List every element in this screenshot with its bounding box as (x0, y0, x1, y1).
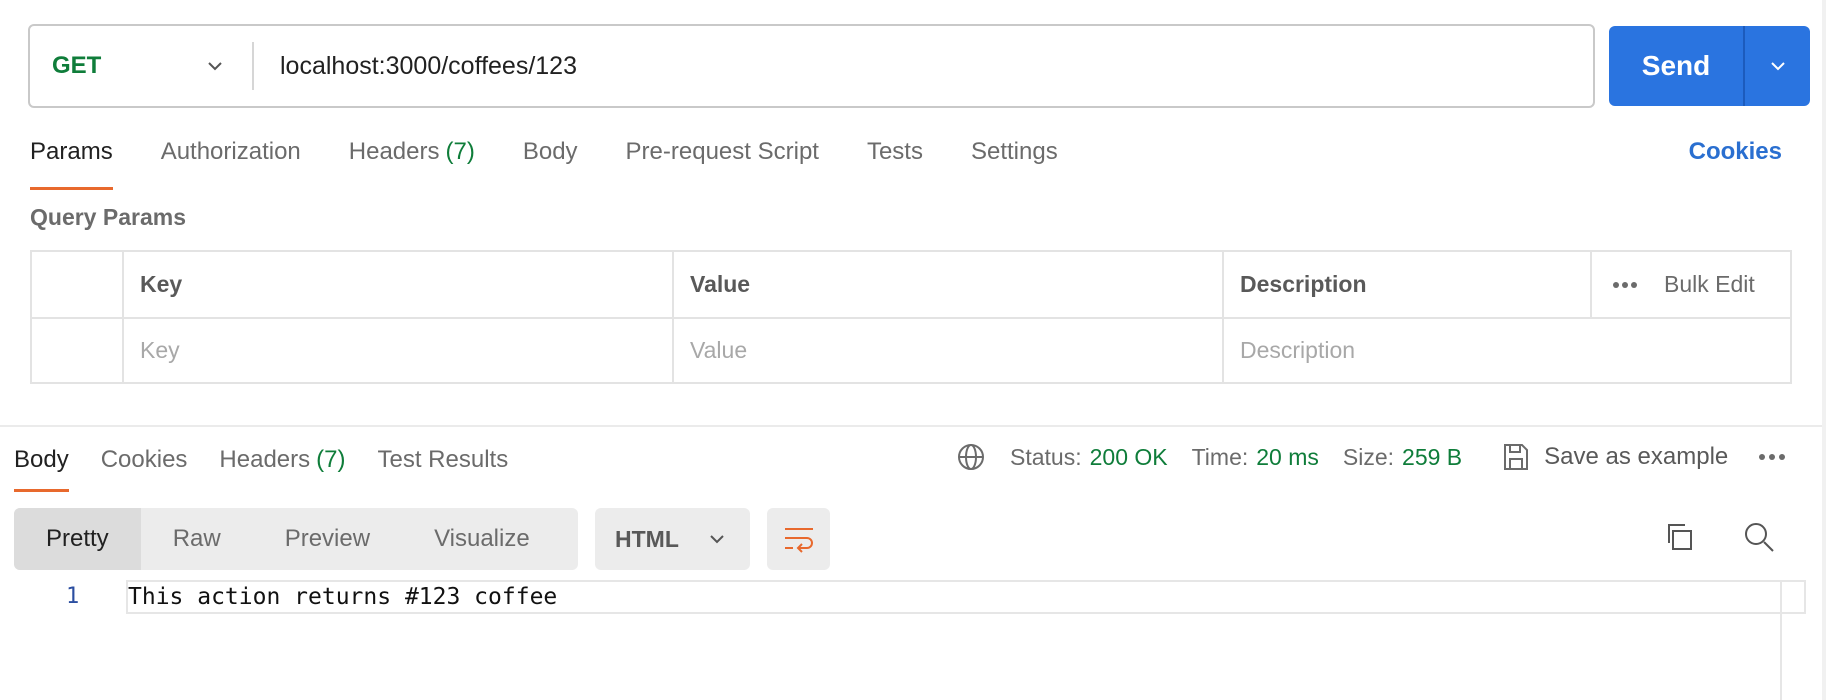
table-header-row: Key Value Description Bulk Edit (32, 252, 1790, 317)
tab-params[interactable]: Params (30, 138, 113, 190)
tab-tests[interactable]: Tests (867, 138, 923, 180)
send-button-group: Send (1609, 26, 1810, 106)
tab-label: Settings (970, 138, 1058, 165)
view-mode-segmented-control: Pretty Raw Preview Visualize (14, 508, 578, 570)
table-row: Key Value Description (32, 317, 1790, 382)
save-icon (1504, 444, 1529, 470)
bulk-edit-button[interactable]: Bulk Edit (1664, 271, 1755, 298)
copy-icon (1668, 524, 1692, 550)
tab-authorization[interactable]: Authorization (161, 138, 301, 180)
tab-label: Headers (219, 446, 311, 473)
view-mode-visualize[interactable]: Visualize (402, 508, 562, 570)
editor-gutter-line (1780, 580, 1782, 700)
checkbox-column-header (32, 252, 122, 317)
url-input[interactable]: localhost:3000/coffees/123 (254, 52, 577, 81)
tab-response-cookies[interactable]: Cookies (101, 446, 188, 474)
size-item[interactable]: Size: 259 B (1343, 444, 1462, 471)
chevron-down-icon (208, 62, 222, 71)
search-icon (1745, 523, 1774, 552)
request-tabs: Params Authorization Headers (7) Body Pre… (30, 138, 1106, 190)
method-label: GET (52, 52, 102, 79)
search-button[interactable] (1743, 521, 1775, 558)
chevron-down-icon (1770, 62, 1785, 71)
section-divider (0, 425, 1826, 427)
status-item[interactable]: Status: 200 OK (1010, 444, 1168, 471)
cookies-link[interactable]: Cookies (1689, 138, 1782, 166)
more-icon[interactable] (1612, 281, 1638, 289)
scrollbar[interactable] (1822, 0, 1826, 700)
view-mode-preview[interactable]: Preview (253, 508, 402, 570)
tab-test-results[interactable]: Test Results (377, 446, 508, 474)
query-params-title: Query Params (30, 204, 186, 230)
language-label: HTML (615, 525, 679, 552)
time-label: Time: (1191, 443, 1249, 470)
tab-label: Pre-request Script (625, 138, 819, 165)
save-as-example-label: Save as example (1544, 443, 1729, 470)
globe-icon[interactable] (956, 442, 986, 472)
tab-count: (7) (316, 446, 346, 473)
method-select[interactable]: GET (30, 26, 252, 106)
tab-body[interactable]: Body (523, 138, 578, 180)
tab-label: Params (30, 138, 113, 165)
view-mode-pretty[interactable]: Pretty (14, 508, 141, 570)
tab-settings[interactable]: Settings (971, 138, 1058, 180)
status-value: 200 OK (1089, 443, 1168, 470)
time-value: 20 ms (1256, 443, 1319, 470)
tab-label: Headers (348, 138, 440, 165)
chevron-down-icon (710, 535, 724, 544)
response-code-line[interactable]: This action returns #123 coffee (126, 580, 1806, 614)
wrap-lines-icon (784, 528, 813, 553)
size-value: 259 B (1402, 443, 1463, 470)
line-number: 1 (66, 584, 80, 609)
tab-label: Test Results (377, 446, 509, 473)
tab-headers[interactable]: Headers (7) (349, 138, 475, 180)
tab-label: Authorization (160, 138, 301, 165)
column-header-value: Value (672, 252, 1222, 317)
tab-label: Tests (866, 138, 923, 165)
more-icon[interactable] (1758, 453, 1786, 461)
send-options-button[interactable] (1745, 26, 1810, 106)
tab-label: Body (522, 138, 578, 165)
send-button[interactable]: Send (1609, 26, 1743, 106)
tab-response-body[interactable]: Body (14, 446, 69, 492)
copy-button[interactable] (1664, 522, 1694, 557)
query-params-table: Key Value Description Bulk Edit Key Valu… (30, 250, 1792, 384)
status-label: Status: (1010, 443, 1082, 470)
language-select[interactable]: HTML (595, 508, 750, 570)
description-input[interactable]: Description (1222, 319, 1790, 382)
time-item[interactable]: Time: 20 ms (1192, 444, 1319, 471)
tab-pre-request-script[interactable]: Pre-request Script (626, 138, 819, 180)
value-input[interactable]: Value (672, 319, 1222, 382)
url-bar: GET localhost:3000/coffees/123 (28, 24, 1595, 108)
tab-response-headers[interactable]: Headers (7) (219, 446, 345, 474)
column-header-description: Description (1222, 252, 1590, 317)
key-input[interactable]: Key (122, 319, 672, 382)
row-checkbox-cell (32, 319, 122, 382)
table-actions: Bulk Edit (1590, 252, 1790, 317)
response-meta: Status: 200 OK Time: 20 ms Size: 259 B Save… (956, 442, 1786, 472)
response-tabs: Body Cookies Headers (7) Test Results (14, 446, 540, 492)
size-label: Size: (1342, 443, 1395, 470)
save-as-example-button[interactable]: Save as example (1502, 442, 1728, 472)
column-header-key: Key (122, 252, 672, 317)
tab-label: Body (14, 446, 69, 473)
tab-count: (7) (445, 138, 475, 165)
tab-label: Cookies (100, 446, 188, 473)
wrap-lines-button[interactable] (767, 508, 830, 570)
view-mode-raw[interactable]: Raw (141, 508, 253, 570)
